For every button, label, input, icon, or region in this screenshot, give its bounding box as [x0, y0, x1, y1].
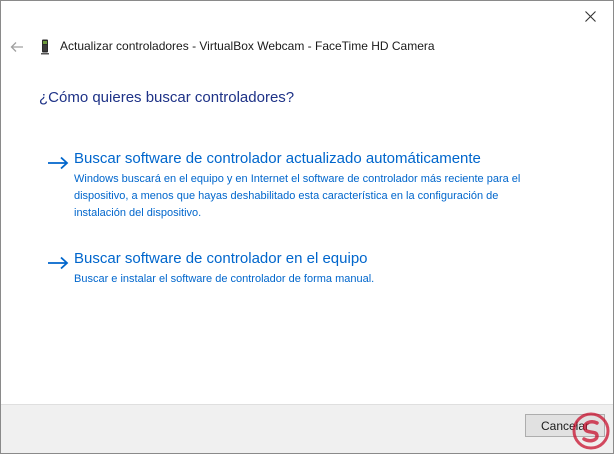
close-icon — [584, 11, 596, 22]
search-automatically-option[interactable]: Buscar software de controlador actualiza… — [41, 150, 521, 219]
option-title: Buscar software de controlador actualiza… — [74, 150, 481, 167]
close-button[interactable] — [567, 1, 613, 32]
option-description: Buscar e instalar el software de control… — [74, 273, 375, 285]
page-heading: ¿Cómo quieres buscar controladores? — [39, 89, 295, 106]
dialog-footer: Cancelar — [1, 404, 613, 453]
arrow-right-icon — [48, 156, 69, 170]
back-arrow-icon — [10, 42, 23, 52]
window-title: Actualizar controladores - VirtualBox We… — [60, 39, 435, 53]
option-description: Windows buscará en el equipo y en Intern… — [74, 173, 521, 219]
option-title: Buscar software de controlador en el equ… — [74, 250, 368, 267]
watermark-logo — [572, 412, 610, 450]
arrow-right-icon — [48, 256, 69, 270]
back-button[interactable] — [6, 37, 28, 57]
update-drivers-dialog: Actualizar controladores - VirtualBox We… — [0, 0, 614, 454]
browse-computer-option[interactable]: Buscar software de controlador en el equ… — [41, 250, 521, 290]
webcam-device-icon — [41, 39, 49, 55]
dialog-header: Actualizar controladores - VirtualBox We… — [1, 35, 613, 59]
